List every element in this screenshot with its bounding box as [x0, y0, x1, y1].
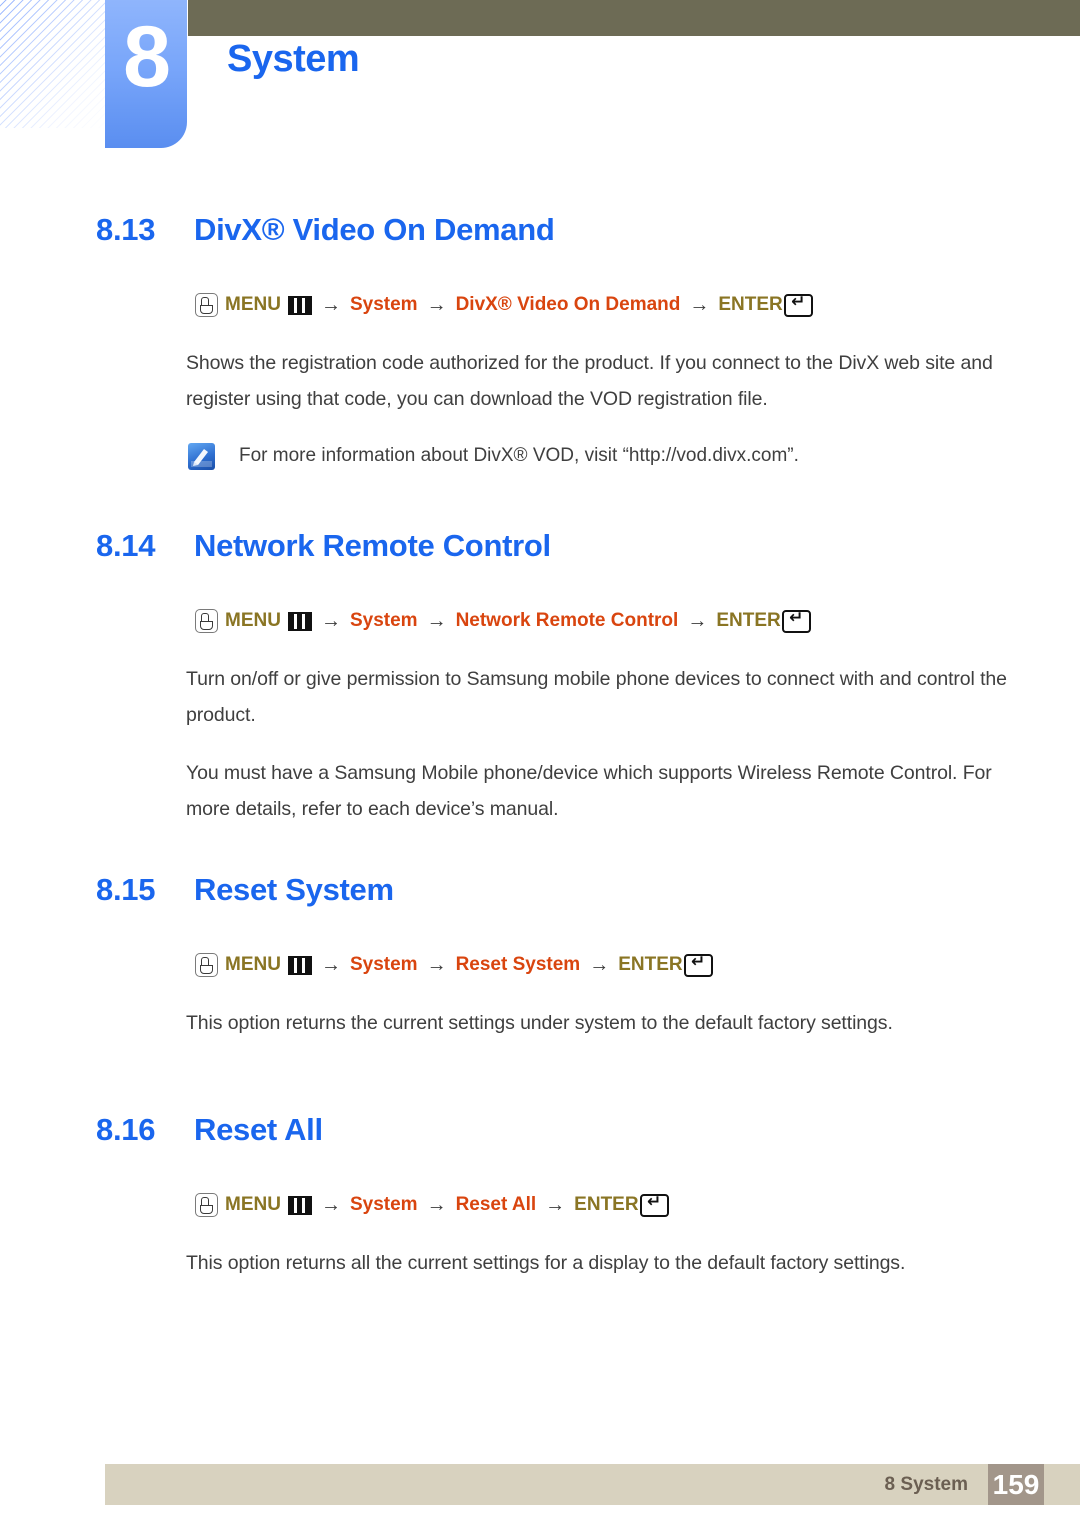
menu-step-1: System — [349, 294, 418, 315]
path-arrow-icon: → — [426, 293, 447, 316]
section-title: Reset All — [194, 1112, 323, 1147]
note-pencil-icon — [188, 443, 215, 470]
menu-step-2: DivX® Video On Demand — [455, 294, 681, 315]
path-arrow-icon: → — [320, 293, 341, 316]
menu-step-1: System — [349, 610, 418, 631]
path-arrow-icon: → — [320, 953, 341, 976]
path-arrow-icon: → — [687, 609, 708, 632]
section-8-14: 8.14 Network Remote Control MENU → Syste… — [0, 528, 1080, 827]
path-arrow-icon: → — [426, 1193, 447, 1216]
page-footer: 8 System 159 — [105, 1464, 1080, 1505]
section-8-16: 8.16 Reset All MENU → System → Reset All… — [0, 1112, 1080, 1281]
menu-step-2: Reset All — [455, 1194, 537, 1215]
menu-label: MENU — [225, 954, 281, 975]
path-arrow-icon: → — [426, 609, 447, 632]
enter-label: ENTER — [716, 610, 781, 631]
menu-label: MENU — [225, 610, 281, 631]
section-paragraph: Shows the registration code authorized f… — [186, 352, 993, 410]
menu-step-2: Reset System — [455, 954, 581, 975]
path-arrow-icon: → — [320, 1193, 341, 1216]
section-heading: 8.15 Reset System — [0, 872, 1080, 908]
menu-path-8-16: MENU → System → Reset All → ENTER ↵ — [0, 1192, 1080, 1217]
enter-label: ENTER — [718, 294, 783, 315]
hand-press-icon — [195, 953, 218, 977]
section-paragraph: This option returns the current settings… — [186, 1012, 893, 1034]
hand-press-icon — [195, 609, 218, 633]
enter-return-icon: ↵ — [639, 1192, 669, 1217]
section-number: 8.13 — [96, 212, 156, 247]
path-arrow-icon: → — [589, 953, 610, 976]
header-olive-bar — [188, 0, 1080, 36]
section-heading: 8.14 Network Remote Control — [0, 528, 1080, 564]
menu-path-8-13: MENU → System → DivX® Video On Demand → … — [0, 292, 1080, 317]
enter-label: ENTER — [574, 1194, 639, 1215]
enter-return-icon: ↵ — [783, 292, 813, 317]
section-title: DivX® Video On Demand — [194, 212, 555, 247]
menu-grid-icon — [287, 955, 312, 975]
section-heading: 8.16 Reset All — [0, 1112, 1080, 1148]
section-paragraph: Turn on/off or give permission to Samsun… — [186, 668, 1007, 726]
chapter-title: System — [227, 38, 360, 80]
enter-return-icon: ↵ — [683, 952, 713, 977]
menu-grid-icon — [287, 295, 312, 315]
section-number: 8.14 — [96, 528, 156, 563]
section-title: Reset System — [194, 872, 394, 907]
footer-chapter-label: 8 System — [884, 1473, 968, 1495]
section-title: Network Remote Control — [194, 528, 551, 563]
menu-path-8-15: MENU → System → Reset System → ENTER ↵ — [0, 952, 1080, 977]
menu-label: MENU — [225, 294, 281, 315]
path-arrow-icon: → — [545, 1193, 566, 1216]
menu-grid-icon — [287, 611, 312, 631]
menu-step-1: System — [349, 1194, 418, 1215]
page-number: 159 — [988, 1464, 1044, 1505]
menu-step-2: Network Remote Control — [455, 610, 679, 631]
enter-label: ENTER — [618, 954, 683, 975]
enter-return-icon: ↵ — [781, 608, 811, 633]
menu-grid-icon — [287, 1195, 312, 1215]
note-block: For more information about DivX® VOD, vi… — [0, 441, 1080, 471]
path-arrow-icon: → — [426, 953, 447, 976]
menu-label: MENU — [225, 1194, 281, 1215]
path-arrow-icon: → — [320, 609, 341, 632]
section-8-15: 8.15 Reset System MENU → System → Reset … — [0, 872, 1080, 1041]
chapter-number: 8 — [123, 9, 171, 105]
section-heading: 8.13 DivX® Video On Demand — [0, 212, 1080, 248]
section-paragraph: This option returns all the current sett… — [186, 1252, 906, 1274]
section-paragraph: You must have a Samsung Mobile phone/dev… — [186, 762, 992, 820]
section-8-13: 8.13 DivX® Video On Demand MENU → System… — [0, 212, 1080, 471]
hand-press-icon — [195, 293, 218, 317]
note-text: For more information about DivX® VOD, vi… — [239, 445, 799, 466]
menu-step-1: System — [349, 954, 418, 975]
section-number: 8.15 — [96, 872, 156, 907]
menu-path-8-14: MENU → System → Network Remote Control →… — [0, 608, 1080, 633]
section-number: 8.16 — [96, 1112, 156, 1147]
chapter-number-tab: 8 — [105, 0, 187, 148]
decorative-hatch-pattern — [0, 0, 108, 128]
hand-press-icon — [195, 1193, 218, 1217]
path-arrow-icon: → — [689, 293, 710, 316]
